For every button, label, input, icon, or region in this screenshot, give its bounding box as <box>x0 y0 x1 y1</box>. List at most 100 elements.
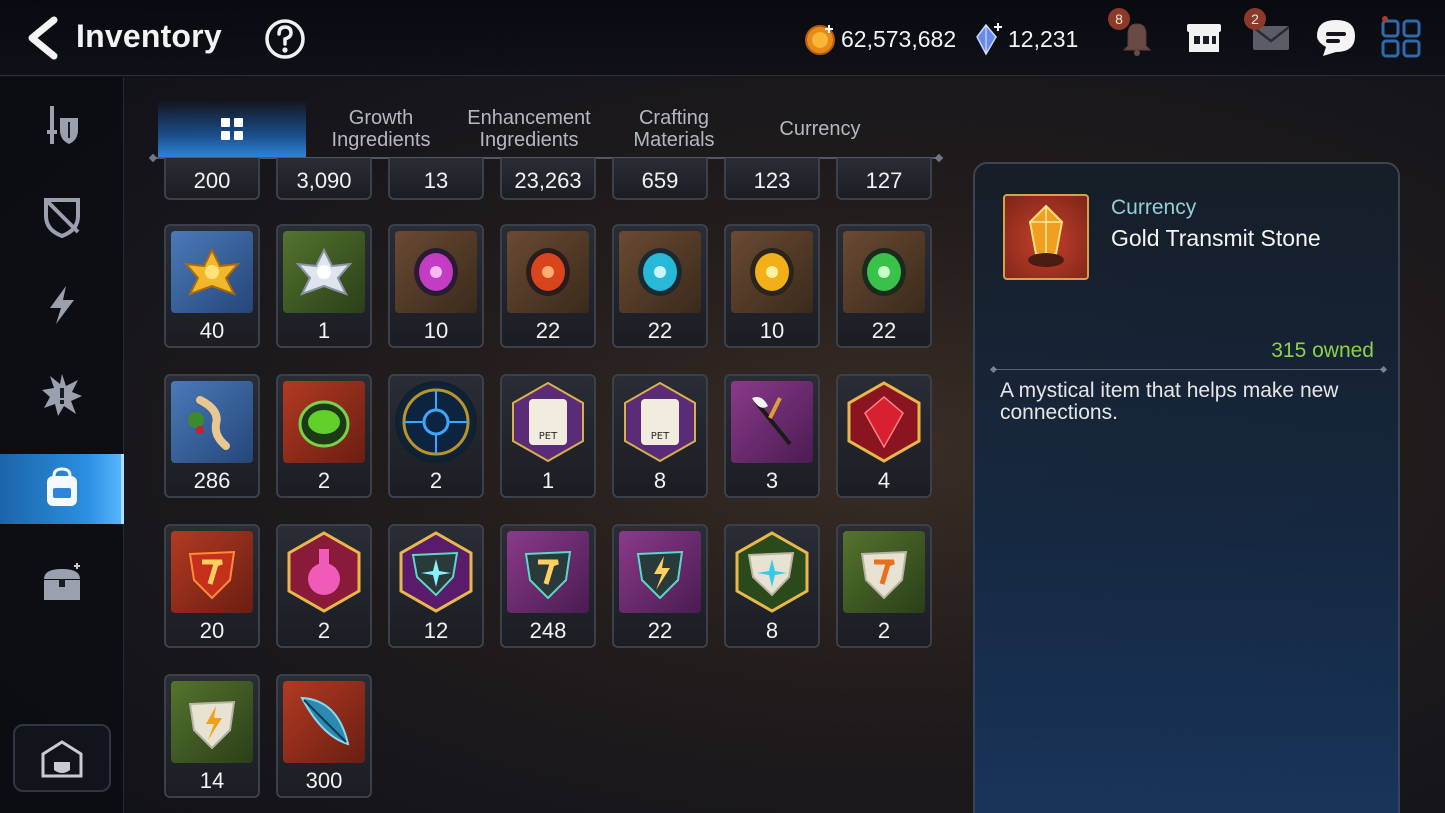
item-slot[interactable]: 3,090 <box>276 158 372 200</box>
item-slot[interactable]: 22 <box>836 224 932 348</box>
item-count: 3 <box>765 468 779 493</box>
item-slot[interactable]: 22 <box>500 224 596 348</box>
item-count: 1 <box>317 318 331 343</box>
red-gem-icon <box>843 381 925 463</box>
item-category: Currency <box>1111 196 1197 219</box>
back-button[interactable] <box>20 14 64 62</box>
item-slot[interactable]: 1 <box>276 224 372 348</box>
mail-button[interactable]: 2 <box>1244 8 1294 60</box>
item-slot[interactable]: 248 <box>500 524 596 648</box>
item-count: 3,090 <box>296 168 352 193</box>
item-slot[interactable]: 2 <box>388 374 484 498</box>
item-count: 8 <box>765 618 779 643</box>
item-slot[interactable]: 10 <box>724 224 820 348</box>
item-slot[interactable]: 127 <box>836 158 932 200</box>
crystal-amount: 12,231 <box>1008 25 1079 52</box>
tab-enhancement-ingredients[interactable]: Enhancement Ingredients <box>456 100 602 158</box>
item-count: 10 <box>423 318 449 343</box>
item-slot[interactable]: PET 8 <box>612 374 708 498</box>
item-detail-panel: Currency Gold Transmit Stone 315 owned A… <box>973 162 1400 813</box>
item-slot[interactable]: 22 <box>612 224 708 348</box>
item-slot[interactable]: 13 <box>388 158 484 200</box>
item-slot[interactable]: 123 <box>724 158 820 200</box>
item-slot[interactable]: 200 <box>164 158 260 200</box>
sidebar-item-storage[interactable] <box>0 547 124 617</box>
item-slot[interactable]: 12 <box>388 524 484 648</box>
green-rune-icon <box>843 231 925 313</box>
grid-menu-icon <box>1381 16 1421 58</box>
item-slot[interactable]: 2 <box>836 524 932 648</box>
item-slot[interactable]: PET 1 <box>500 374 596 498</box>
item-slot[interactable]: 14 <box>164 674 260 798</box>
item-slot[interactable]: 300 <box>276 674 372 798</box>
help-button[interactable] <box>263 17 307 61</box>
pet-food-bag-icon: PET <box>619 381 701 463</box>
item-slot[interactable]: 659 <box>612 158 708 200</box>
item-count: 248 <box>529 618 567 643</box>
red-charm-stone-icon <box>171 531 253 613</box>
item-count: 286 <box>193 468 231 493</box>
item-count: 300 <box>305 768 343 793</box>
item-slot[interactable]: 20 <box>164 524 260 648</box>
detail-divider <box>991 369 1386 370</box>
shop-button[interactable] <box>1181 14 1227 60</box>
item-slot[interactable]: 40 <box>164 224 260 348</box>
backpack-icon <box>47 467 77 506</box>
shop-stall-icon <box>1187 24 1221 52</box>
item-slot[interactable]: 2 <box>276 524 372 648</box>
item-slot[interactable]: 22 <box>612 524 708 648</box>
item-count: 22 <box>647 618 673 643</box>
menu-button[interactable] <box>1378 14 1424 60</box>
svg-text:PET: PET <box>539 431 558 442</box>
item-count: 2 <box>429 468 443 493</box>
sidebar-item-artifacts[interactable] <box>0 180 124 250</box>
item-count: 23,263 <box>514 168 582 193</box>
sidebar-item-inventory[interactable] <box>0 454 124 524</box>
item-slot[interactable]: 286 <box>164 374 260 498</box>
grid-icon <box>221 118 243 140</box>
item-count: 10 <box>759 318 785 343</box>
item-slot[interactable]: 23,263 <box>500 158 596 200</box>
notifications-button[interactable]: 8 <box>1108 8 1160 60</box>
sidebar-item-equipment[interactable] <box>0 90 124 160</box>
item-slot[interactable]: 8 <box>724 524 820 648</box>
item-count: 22 <box>871 318 897 343</box>
tab-currency[interactable]: Currency <box>746 100 894 158</box>
item-count: 2 <box>877 618 891 643</box>
chat-button[interactable] <box>1313 14 1359 60</box>
gold-coin-icon <box>805 25 835 55</box>
gold-currency[interactable]: 62,573,682 <box>803 22 956 56</box>
tab-all[interactable] <box>158 100 306 158</box>
ginseng-root-icon <box>171 381 253 463</box>
sidebar-item-skills[interactable] <box>0 270 124 340</box>
silver-lotus-icon <box>283 231 365 313</box>
item-count: 4 <box>877 468 891 493</box>
item-count: 40 <box>199 318 225 343</box>
item-slot[interactable]: 3 <box>724 374 820 498</box>
tab-label: Currency <box>779 118 861 140</box>
guild-storage-button[interactable] <box>13 724 111 792</box>
blue-feather-icon <box>283 681 365 763</box>
crystal-currency[interactable]: 12,231 <box>972 22 1078 56</box>
category-sidebar <box>0 77 124 813</box>
pink-potion-icon <box>283 531 365 613</box>
tab-growth-ingredients[interactable]: Growth Ingredients <box>308 100 454 158</box>
gold-transmit-stone-icon <box>1003 194 1089 280</box>
spiky-burst-icon <box>42 374 82 416</box>
chat-bubble-icon <box>1317 20 1355 56</box>
teal-bolt-stone-icon <box>619 531 701 613</box>
sword-shield-icon <box>47 106 78 144</box>
item-slot[interactable]: 10 <box>388 224 484 348</box>
teal-charm-stone-icon <box>507 531 589 613</box>
item-count: 14 <box>199 768 225 793</box>
item-slot[interactable]: 2 <box>276 374 372 498</box>
tab-crafting-materials[interactable]: Crafting Materials <box>604 100 744 158</box>
item-count: 22 <box>535 318 561 343</box>
inventory-tabs: Growth Ingredients Enhancement Ingredients… <box>158 100 942 160</box>
owned-count: 315 owned <box>1271 339 1374 362</box>
item-slot[interactable]: 4 <box>836 374 932 498</box>
item-count: 1 <box>541 468 555 493</box>
item-count: 2 <box>317 618 331 643</box>
sidebar-item-catalysts[interactable] <box>0 360 124 430</box>
item-count: 2 <box>317 468 331 493</box>
